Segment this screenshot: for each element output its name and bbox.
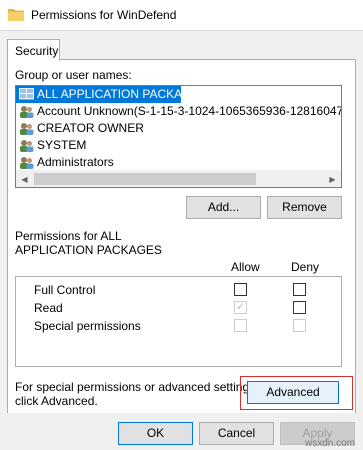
permission-row-label: Full Control xyxy=(34,283,96,297)
list-item[interactable]: Account Unknown(S-1-15-3-1024-1065365936… xyxy=(16,103,341,120)
list-item-label: SYSTEM xyxy=(37,138,87,152)
list-item[interactable]: SYSTEM xyxy=(16,137,341,154)
permission-row-label: Read xyxy=(34,301,63,315)
advanced-hint-text: For special permissions or advanced sett… xyxy=(15,380,259,408)
permissions-list: Full Control Read ✓ Special permissions xyxy=(15,276,342,367)
list-item[interactable]: ALL APPLICATION PACKAGES xyxy=(16,86,208,103)
scroll-right-icon[interactable]: ▶ xyxy=(324,171,341,187)
read-deny-checkbox[interactable] xyxy=(293,301,306,314)
horizontal-scrollbar[interactable]: ◀ ▶ xyxy=(16,170,341,187)
tab-security[interactable]: Security xyxy=(7,39,60,61)
advanced-button[interactable]: Advanced xyxy=(247,381,339,404)
scroll-left-icon[interactable]: ◀ xyxy=(16,171,33,187)
permissions-label: Permissions for ALL APPLICATION PACKAGES xyxy=(15,229,162,257)
window-title: Permissions for WinDefend xyxy=(31,8,177,22)
app-packages-icon xyxy=(19,88,34,100)
remove-button[interactable]: Remove xyxy=(267,196,342,219)
scroll-thumb[interactable] xyxy=(34,173,256,185)
special-permissions-allow-checkbox xyxy=(234,319,247,332)
cancel-button[interactable]: Cancel xyxy=(199,422,274,445)
special-permissions-deny-checkbox xyxy=(293,319,306,332)
read-allow-checkbox[interactable]: ✓ xyxy=(234,301,247,314)
group-names-list[interactable]: ALL APPLICATION PACKAGES Account Unknown… xyxy=(15,85,342,188)
users-icon xyxy=(20,106,34,118)
list-item-label: CREATOR OWNER xyxy=(37,121,144,135)
dialog-body: Security Group or user names: ALL APPLIC… xyxy=(0,30,363,450)
full-control-allow-checkbox[interactable] xyxy=(234,283,247,296)
add-button[interactable]: Add... xyxy=(186,196,261,219)
users-icon xyxy=(20,123,34,135)
full-control-deny-checkbox[interactable] xyxy=(293,283,306,296)
list-item[interactable]: CREATOR OWNER xyxy=(16,120,341,137)
allow-column-header: Allow xyxy=(231,260,260,274)
list-item-label: Administrators xyxy=(37,155,114,169)
folder-icon xyxy=(8,9,24,21)
list-item-label: Account Unknown(S-1-15-3-1024-1065365936… xyxy=(37,104,342,118)
list-item-label: ALL APPLICATION PACKAGES xyxy=(37,87,208,101)
users-icon xyxy=(20,157,34,169)
deny-column-header: Deny xyxy=(291,260,320,274)
watermark-text: wsxdn.com xyxy=(304,438,355,449)
group-names-label: Group or user names: xyxy=(15,68,132,82)
users-icon xyxy=(20,140,34,152)
check-icon: ✓ xyxy=(236,301,246,313)
title-bar[interactable]: Permissions for WinDefend xyxy=(0,0,363,30)
permission-row-label: Special permissions xyxy=(34,319,141,333)
ok-button[interactable]: OK xyxy=(118,422,193,445)
list-item[interactable]: Administrators xyxy=(16,154,341,171)
